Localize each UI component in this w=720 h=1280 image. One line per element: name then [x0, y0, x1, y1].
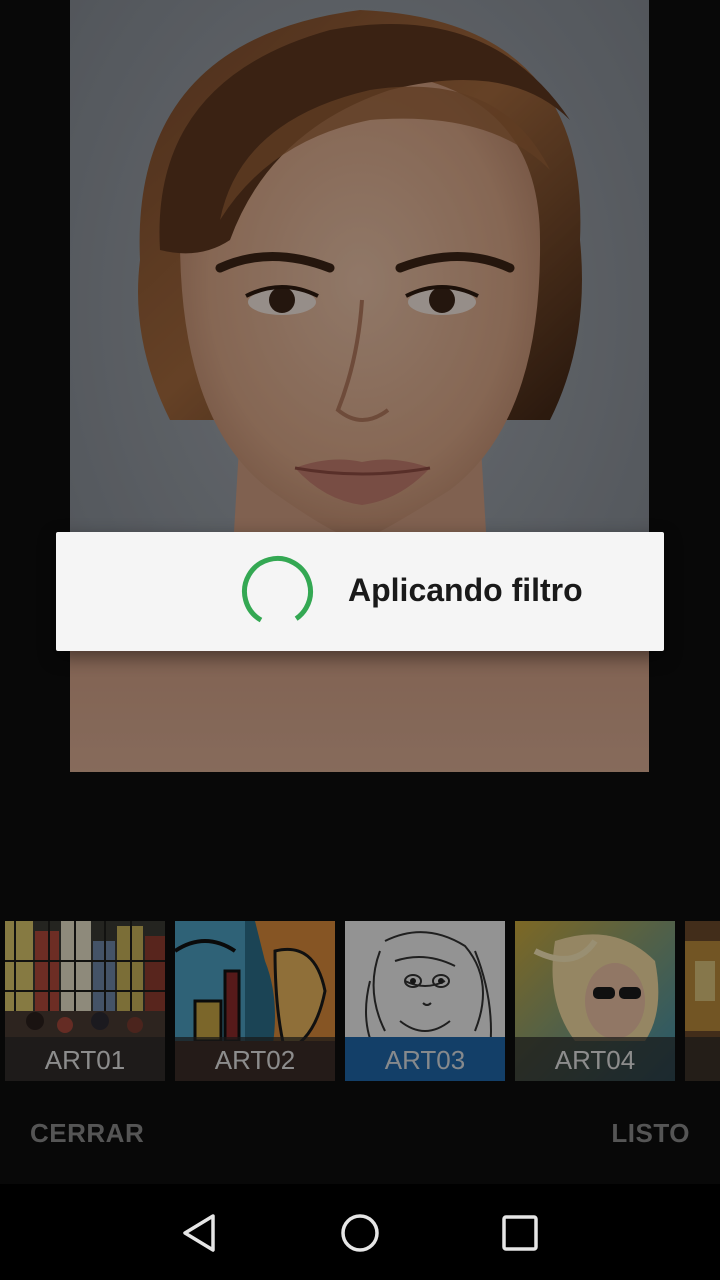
navigation-bar — [0, 1184, 720, 1280]
loading-spinner-icon — [242, 556, 313, 627]
progress-message: Aplicando filtro — [348, 572, 583, 608]
recents-square-icon[interactable] — [493, 1206, 547, 1260]
progress-dialog: Aplicando filtro — [56, 532, 664, 651]
back-triangle-icon[interactable] — [173, 1206, 227, 1260]
home-circle-icon[interactable] — [333, 1206, 387, 1260]
filter-editor-screen: ART01 ART02 ART03 ART04 CERRAR LISTO Apl… — [0, 0, 720, 1280]
